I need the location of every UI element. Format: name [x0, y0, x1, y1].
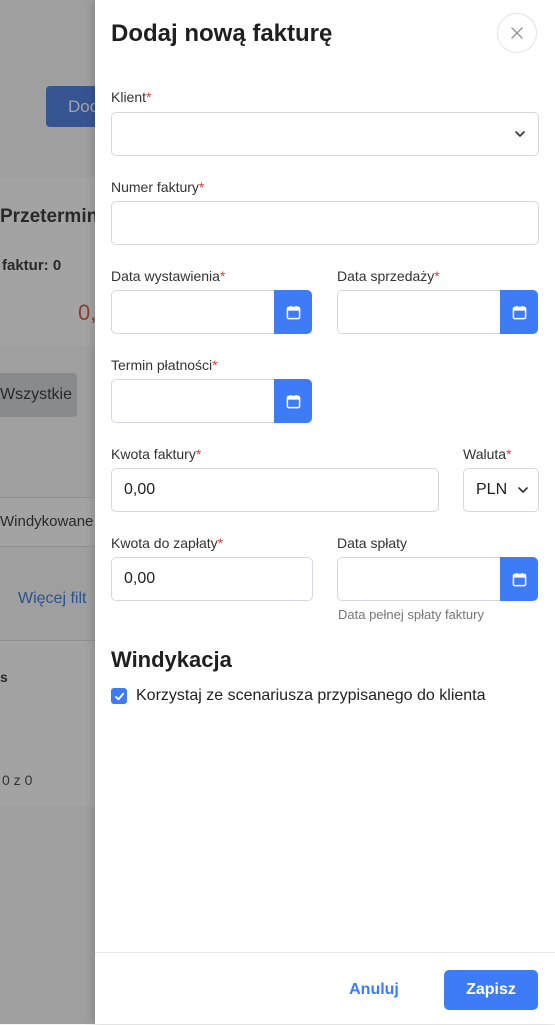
chevron-down-icon: [515, 131, 525, 137]
due-date-label: Termin płatności*: [111, 357, 218, 373]
payment-date-input[interactable]: [337, 557, 501, 601]
calendar-icon: [512, 305, 526, 319]
cancel-button[interactable]: Anuluj: [343, 970, 405, 1010]
close-button[interactable]: [497, 13, 537, 53]
checkmark-icon: [114, 692, 124, 700]
drawer-title: Dodaj nową fakturę: [111, 20, 333, 47]
client-label: Klient*: [111, 89, 152, 105]
invoice-number-label: Numer faktury*: [111, 179, 205, 195]
due-date-input[interactable]: [111, 379, 275, 423]
client-select[interactable]: [111, 112, 539, 156]
sale-date-input[interactable]: [337, 290, 501, 334]
issue-date-input[interactable]: [111, 290, 275, 334]
calendar-icon: [286, 305, 300, 319]
due-date-picker-button[interactable]: [274, 379, 312, 423]
amount-to-pay-input[interactable]: 0,00: [111, 557, 313, 601]
sale-date-field: [337, 290, 539, 334]
collection-section-title: Windykacja: [111, 647, 232, 672]
add-invoice-drawer: Dodaj nową fakturę Klient* Numer faktury…: [95, 0, 555, 1024]
drawer-footer: Anuluj Zapisz: [95, 952, 555, 1025]
issue-date-picker-button[interactable]: [274, 290, 312, 334]
payment-date-hint: Data pełnej spłaty faktury: [338, 607, 484, 622]
sale-date-picker-button[interactable]: [500, 290, 538, 334]
payment-date-label: Data spłaty: [337, 535, 408, 551]
calendar-icon: [286, 394, 300, 408]
invoice-number-input[interactable]: [111, 201, 539, 245]
issue-date-field: [111, 290, 313, 334]
payment-date-field: [337, 557, 539, 601]
amount-to-pay-label: Kwota do zapłaty*: [111, 535, 224, 551]
due-date-field: [111, 379, 313, 423]
close-icon: [511, 27, 523, 39]
invoice-amount-label: Kwota faktury*: [111, 446, 202, 462]
collection-scenario-row[interactable]: Korzystaj ze scenariusza przypisanego do…: [111, 687, 486, 705]
invoice-amount-input[interactable]: 0,00: [111, 468, 439, 512]
sale-date-label: Data sprzedaży*: [337, 268, 440, 284]
chevron-down-icon: [518, 487, 528, 493]
currency-label: Waluta*: [463, 446, 512, 462]
currency-select[interactable]: PLN: [463, 468, 539, 512]
collection-scenario-checkbox[interactable]: [111, 688, 127, 704]
payment-date-picker-button[interactable]: [500, 557, 538, 601]
save-button[interactable]: Zapisz: [444, 970, 538, 1010]
issue-date-label: Data wystawienia*: [111, 268, 226, 284]
collection-scenario-label: Korzystaj ze scenariusza przypisanego do…: [136, 687, 486, 704]
calendar-icon: [512, 572, 526, 586]
